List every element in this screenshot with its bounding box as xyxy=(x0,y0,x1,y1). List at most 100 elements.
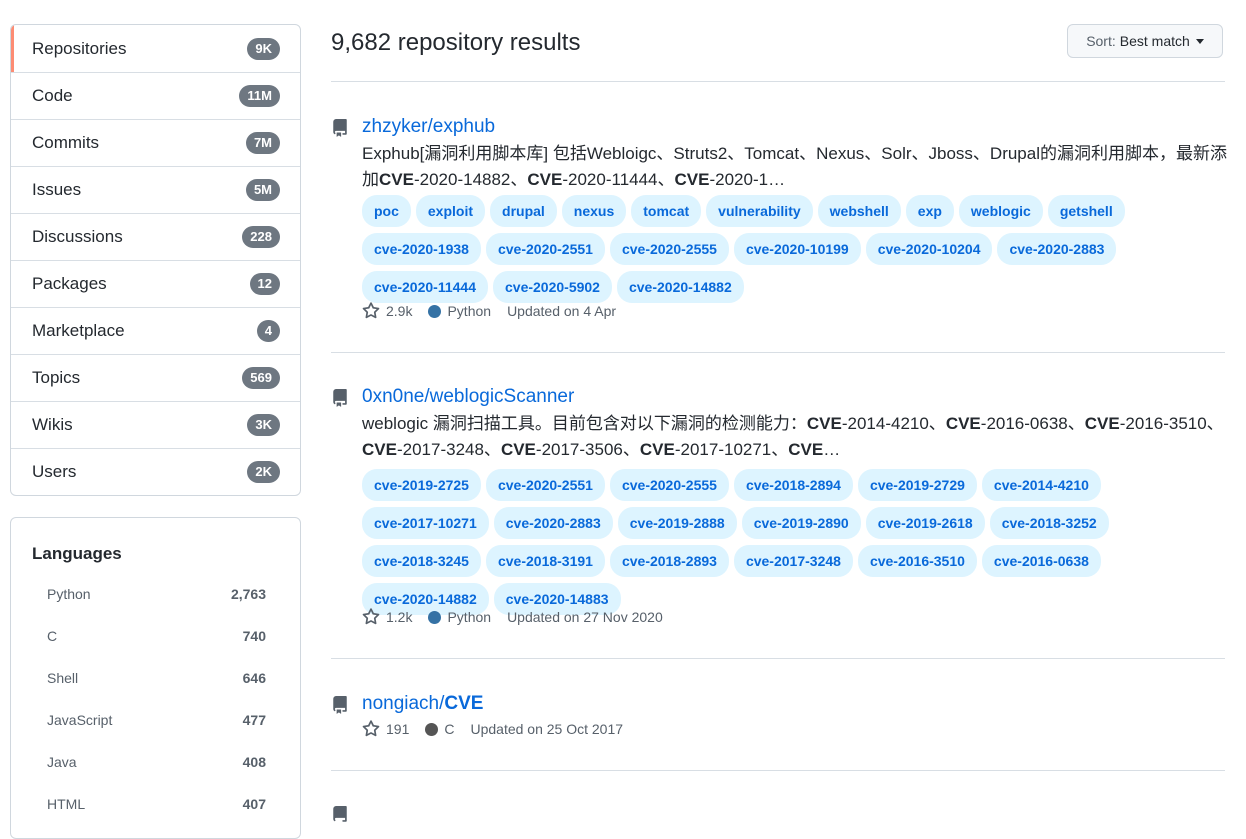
topic-tag[interactable]: cve-2020-2551 xyxy=(485,233,605,265)
topic-tag[interactable]: cve-2019-2725 xyxy=(362,469,481,501)
languages-heading: Languages xyxy=(32,544,122,563)
results-count-heading: 9,682 repository results xyxy=(331,29,581,56)
nav-item-count: 4 xyxy=(256,320,280,342)
nav-item-count: 12 xyxy=(249,273,280,295)
repo-icon xyxy=(333,806,347,822)
topic-tag[interactable]: cve-2016-3510 xyxy=(857,545,977,577)
nav-item-label: Packages xyxy=(32,274,107,293)
nav-item-issues[interactable]: Issues 5M xyxy=(11,166,300,213)
topic-tag[interactable]: cve-2020-2883 xyxy=(493,507,613,539)
nav-item-discussions[interactable]: Discussions 228 xyxy=(11,213,300,260)
language-filter-python[interactable]: Python 2,763 xyxy=(47,586,266,602)
sort-dropdown[interactable]: Sort: Best match xyxy=(1067,24,1223,58)
topic-tag[interactable]: cve-2020-1938 xyxy=(362,233,481,265)
topic-tag[interactable]: vulnerability xyxy=(706,195,813,227)
star-icon xyxy=(362,720,380,737)
nav-item-code[interactable]: Code 11M xyxy=(11,72,300,119)
language-count: 477 xyxy=(242,712,266,728)
repo-meta: 2.9k Python Updated on 4 Apr xyxy=(362,302,616,320)
language-color-dot xyxy=(428,610,442,624)
topic-tag[interactable]: cve-2018-3245 xyxy=(362,545,481,577)
topic-list: poc exploit drupal nexus tomcat vulnerability… xyxy=(362,195,1228,303)
topic-tag[interactable]: cve-2020-2883 xyxy=(997,233,1117,265)
topic-tag[interactable]: cve-2016-0638 xyxy=(981,545,1101,577)
nav-item-topics[interactable]: Topics 569 xyxy=(11,354,300,401)
language-filter-html[interactable]: HTML 407 xyxy=(47,796,266,812)
nav-item-count: 9K xyxy=(247,37,280,60)
nav-item-users[interactable]: Users 2K xyxy=(11,448,300,495)
topic-tag[interactable]: poc xyxy=(362,195,411,227)
star-count: 191 xyxy=(386,721,410,737)
topic-tag[interactable]: cve-2020-5902 xyxy=(493,271,612,303)
caret-down-icon xyxy=(1195,38,1204,44)
language-filter-c[interactable]: C 740 xyxy=(47,628,266,644)
updated-date: Updated on 4 Apr xyxy=(507,303,617,319)
language-filter-javascript[interactable]: JavaScript 477 xyxy=(47,712,266,728)
divider xyxy=(331,352,1225,353)
topic-tag[interactable]: cve-2019-2888 xyxy=(617,507,737,539)
topic-tag[interactable]: cve-2020-14882 xyxy=(616,271,744,303)
stargazers-link[interactable]: 1.2k xyxy=(362,608,412,626)
sort-label: Sort: xyxy=(1086,33,1116,49)
topic-tag[interactable]: weblogic xyxy=(958,195,1043,227)
topic-tag[interactable]: cve-2014-4210 xyxy=(981,469,1101,501)
topic-tag[interactable]: cve-2019-2890 xyxy=(741,507,861,539)
topic-tag[interactable]: webshell xyxy=(817,195,901,227)
topic-tag[interactable]: cve-2018-2894 xyxy=(733,469,853,501)
topic-tag[interactable]: cve-2017-3248 xyxy=(733,545,853,577)
star-icon xyxy=(362,608,380,625)
star-count: 1.2k xyxy=(386,609,413,625)
nav-item-packages[interactable]: Packages 12 xyxy=(11,260,300,307)
stargazers-link[interactable]: 191 xyxy=(362,720,409,738)
topic-tag[interactable]: cve-2018-3191 xyxy=(485,545,605,577)
repo-link[interactable]: nongiach/CVE xyxy=(362,693,483,715)
language-count: 646 xyxy=(242,670,266,686)
language-count: 2,763 xyxy=(230,586,266,602)
topic-tag[interactable]: cve-2020-11444 xyxy=(362,271,488,303)
topic-tag[interactable]: cve-2019-2618 xyxy=(865,507,985,539)
topic-tag[interactable]: cve-2017-10271 xyxy=(362,507,489,539)
topic-tag[interactable]: cve-2020-2555 xyxy=(609,469,729,501)
language-filter-java[interactable]: Java 408 xyxy=(47,754,266,770)
nav-item-count: 3K xyxy=(247,414,280,436)
topic-tag[interactable]: drupal xyxy=(490,195,557,227)
star-icon xyxy=(362,302,380,319)
topic-tag[interactable]: cve-2020-10204 xyxy=(865,233,993,265)
nav-item-repositories[interactable]: Repositories 9K xyxy=(11,25,300,72)
topic-tag[interactable]: nexus xyxy=(561,195,627,227)
nav-item-label: Issues xyxy=(32,180,82,199)
language-count: 740 xyxy=(242,628,266,644)
nav-item-label: Topics xyxy=(32,368,81,387)
nav-item-label: Commits xyxy=(32,133,100,152)
topic-tag[interactable]: getshell xyxy=(1047,195,1125,227)
repo-link[interactable]: zhzyker/exphub xyxy=(362,116,495,138)
language-filter-shell[interactable]: Shell 646 xyxy=(47,670,266,686)
topic-tag[interactable]: cve-2018-3252 xyxy=(989,507,1109,539)
repo-meta: 191 C Updated on 25 Oct 2017 xyxy=(362,720,623,738)
topic-tag[interactable]: cve-2020-10199 xyxy=(733,233,861,265)
divider xyxy=(331,770,1225,771)
language-count: 407 xyxy=(242,796,266,812)
nav-item-label: Code xyxy=(32,86,73,105)
topic-tag[interactable]: cve-2020-2551 xyxy=(485,469,605,501)
nav-item-marketplace[interactable]: Marketplace 4 xyxy=(11,307,300,354)
nav-item-label: Repositories xyxy=(32,38,127,58)
repo-link[interactable]: 0xn0ne/weblogicScanner xyxy=(362,386,574,408)
topic-tag[interactable]: cve-2020-2555 xyxy=(609,233,729,265)
language-count: 408 xyxy=(242,754,266,770)
topic-tag[interactable]: exploit xyxy=(415,195,486,227)
nav-item-commits[interactable]: Commits 7M xyxy=(11,119,300,166)
languages-panel: Languages Python 2,763 C 740 Shell 646 J… xyxy=(10,517,301,839)
nav-item-wikis[interactable]: Wikis 3K xyxy=(11,401,300,448)
topic-tag[interactable]: cve-2019-2729 xyxy=(857,469,977,501)
nav-item-label: Discussions xyxy=(32,227,123,246)
stargazers-link[interactable]: 2.9k xyxy=(362,302,412,320)
topic-tag[interactable]: tomcat xyxy=(631,195,702,227)
nav-item-count: 11M xyxy=(239,85,280,107)
nav-item-label: Wikis xyxy=(32,415,73,434)
topic-tag[interactable]: cve-2018-2893 xyxy=(609,545,729,577)
topic-list: cve-2019-2725 cve-2020-2551 cve-2020-2555 c… xyxy=(362,469,1228,615)
repo-description: weblogic 漏洞扫描工具。目前包含对以下漏洞的检测能力：CVE-2014-… xyxy=(362,414,1224,459)
topic-tag[interactable]: exp xyxy=(905,195,954,227)
divider xyxy=(331,658,1225,659)
